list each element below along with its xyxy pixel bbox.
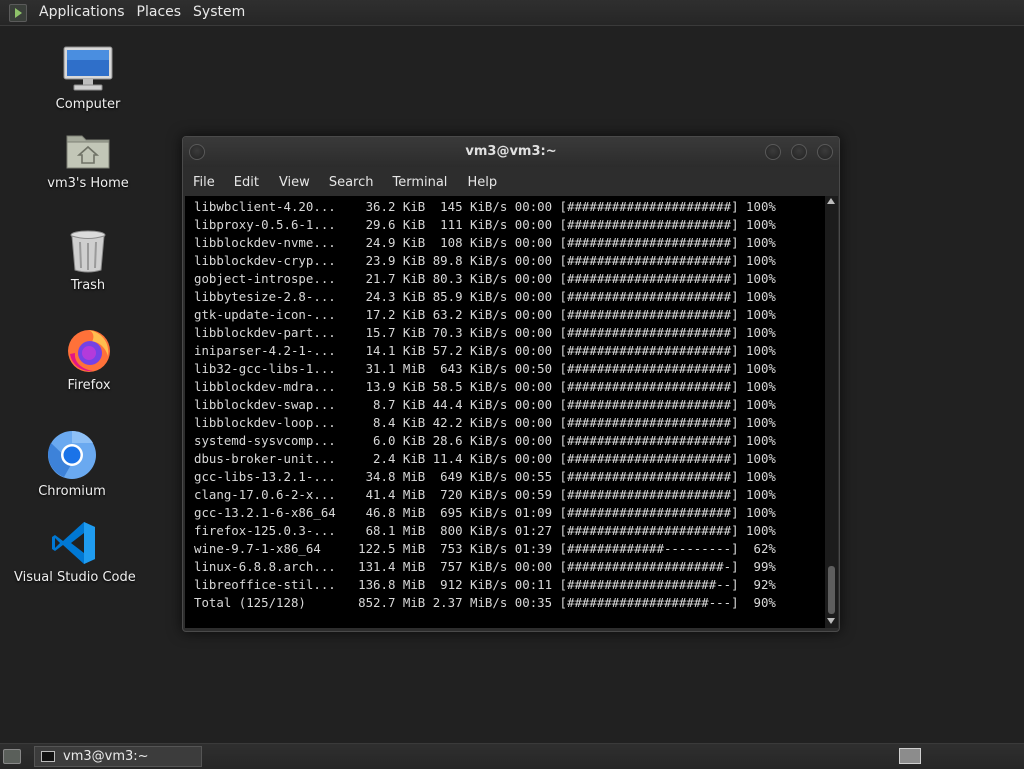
terminal-line: gcc-libs-13.2.1-... 34.8 MiB 649 KiB/s 0… — [194, 469, 776, 484]
terminal-icon — [41, 751, 55, 762]
desktop-icon-home[interactable]: vm3's Home — [28, 128, 148, 191]
terminal-line: libblockdev-part... 15.7 KiB 70.3 KiB/s … — [194, 325, 776, 340]
main-menu-icon[interactable] — [9, 3, 27, 22]
terminal-line: libblockdev-swap... 8.7 KiB 44.4 KiB/s 0… — [194, 397, 776, 412]
home-folder-icon — [66, 135, 110, 169]
terminal-line: systemd-sysvcomp... 6.0 KiB 28.6 KiB/s 0… — [194, 433, 776, 448]
maximize-button[interactable] — [791, 144, 807, 160]
terminal-screen[interactable]: libwbclient-4.20... 36.2 KiB 145 KiB/s 0… — [185, 196, 825, 628]
menu-search[interactable]: Search — [329, 175, 374, 190]
terminal-line: libblockdev-loop... 8.4 KiB 42.2 KiB/s 0… — [194, 415, 776, 430]
terminal-line: libblockdev-nvme... 24.9 KiB 108 KiB/s 0… — [194, 235, 776, 250]
terminal-line: gcc-13.2.1-6-x86_64 46.8 MiB 695 KiB/s 0… — [194, 505, 776, 520]
menu-system[interactable]: System — [187, 0, 251, 25]
desktop-icon-label: Visual Studio Code — [14, 570, 136, 585]
firefox-icon — [68, 330, 110, 372]
taskbar-item-label: vm3@vm3:~ — [63, 749, 149, 764]
terminal-line: libbytesize-2.8-... 24.3 KiB 85.9 KiB/s … — [194, 289, 776, 304]
terminal-line: Total (125/128) 852.7 MiB 2.37 MiB/s 00:… — [194, 595, 776, 610]
vscode-icon — [52, 522, 95, 564]
top-panel: Applications Places System — [0, 0, 1024, 26]
terminal-output: libwbclient-4.20... 36.2 KiB 145 KiB/s 0… — [185, 196, 825, 612]
minimize-button[interactable] — [765, 144, 781, 160]
terminal-menubar: File Edit View Search Terminal Help — [183, 169, 839, 195]
terminal-line: libblockdev-mdra... 13.9 KiB 58.5 KiB/s … — [194, 379, 776, 394]
computer-icon — [63, 46, 113, 91]
desktop-icon-computer[interactable]: Computer — [28, 45, 148, 112]
terminal-line: gtk-update-icon-... 17.2 KiB 63.2 KiB/s … — [194, 307, 776, 322]
terminal-line: dbus-broker-unit... 2.4 KiB 11.4 KiB/s 0… — [194, 451, 776, 466]
desktop-icon-firefox[interactable]: Firefox — [29, 326, 149, 393]
desktop-icon-trash[interactable]: Trash — [28, 228, 148, 293]
window-title: vm3@vm3:~ — [465, 144, 557, 159]
terminal-titlebar[interactable]: vm3@vm3:~ — [183, 137, 839, 167]
desktop-icon-label: Firefox — [67, 378, 111, 393]
show-desktop-icon[interactable] — [3, 749, 21, 764]
terminal-line: iniparser-4.2-1-... 14.1 KiB 57.2 KiB/s … — [194, 343, 776, 358]
scrollbar-thumb[interactable] — [828, 566, 835, 614]
terminal-line: firefox-125.0.3-... 68.1 MiB 800 KiB/s 0… — [194, 523, 776, 538]
terminal-line: linux-6.8.8.arch... 131.4 MiB 757 KiB/s … — [194, 559, 776, 574]
terminal-line: libreoffice-stil... 136.8 MiB 912 KiB/s … — [194, 577, 776, 592]
scroll-down-arrow-icon[interactable] — [827, 618, 835, 624]
scroll-up-arrow-icon[interactable] — [827, 198, 835, 204]
terminal-line: libblockdev-cryp... 23.9 KiB 89.8 KiB/s … — [194, 253, 776, 268]
close-button[interactable] — [817, 144, 833, 160]
menu-terminal[interactable]: Terminal — [392, 175, 447, 190]
desktop-icon-label: vm3's Home — [47, 176, 129, 191]
terminal-line: clang-17.0.6-2-x... 41.4 MiB 720 KiB/s 0… — [194, 487, 776, 502]
desktop-icon-chromium[interactable]: Chromium — [12, 430, 132, 499]
chromium-icon — [48, 430, 96, 479]
menu-applications[interactable]: Applications — [33, 0, 131, 25]
workspace-switcher[interactable] — [899, 748, 921, 764]
terminal-line: gobject-introspe... 21.7 KiB 80.3 KiB/s … — [194, 271, 776, 286]
taskbar-item-terminal[interactable]: vm3@vm3:~ — [34, 746, 202, 767]
trash-icon — [70, 230, 106, 273]
terminal-window[interactable]: vm3@vm3:~ File Edit View Search Terminal… — [182, 136, 840, 632]
terminal-line: wine-9.7-1-x86_64 122.5 MiB 753 KiB/s 01… — [194, 541, 776, 556]
menu-view[interactable]: View — [279, 175, 310, 190]
desktop-icon-label: Trash — [70, 278, 106, 293]
terminal-line: libwbclient-4.20... 36.2 KiB 145 KiB/s 0… — [194, 199, 776, 214]
menu-edit[interactable]: Edit — [234, 175, 259, 190]
desktop-icon-label: Computer — [55, 97, 121, 112]
terminal-line: lib32-gcc-libs-1... 31.1 MiB 643 KiB/s 0… — [194, 361, 776, 376]
terminal-scrollbar[interactable] — [825, 196, 838, 628]
terminal-line: libproxy-0.5.6-1... 29.6 KiB 111 KiB/s 0… — [194, 217, 776, 232]
menu-places[interactable]: Places — [131, 0, 188, 25]
menu-file[interactable]: File — [193, 175, 215, 190]
bottom-panel: vm3@vm3:~ — [0, 743, 1024, 769]
desktop-icon-vscode[interactable]: Visual Studio Code — [14, 520, 136, 585]
desktop-icon-label: Chromium — [38, 484, 106, 499]
menu-help[interactable]: Help — [467, 175, 497, 190]
